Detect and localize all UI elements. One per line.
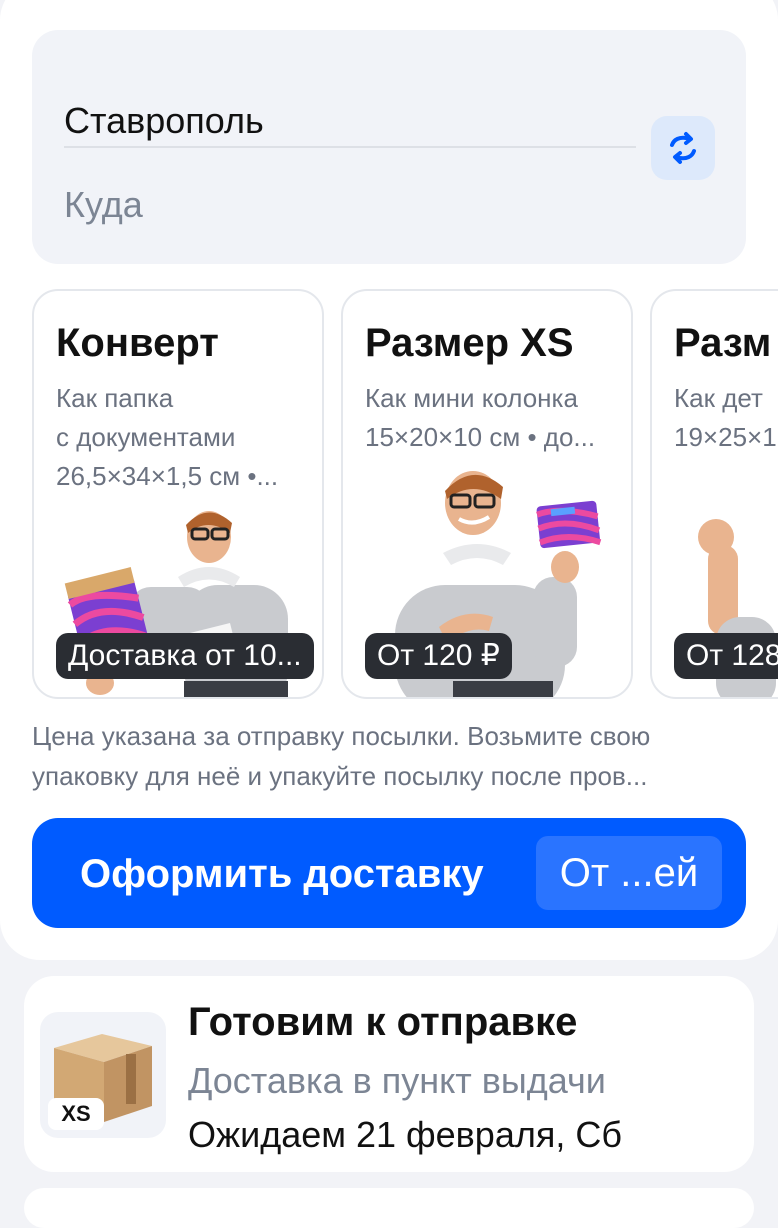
package-card-title: Конверт [56, 321, 219, 365]
price-note: Цена указана за отправку посылки. Возьми… [32, 716, 744, 796]
create-delivery-label: Оформить доставку [80, 852, 484, 896]
note-line: Цена указана за отправку посылки. Возьми… [32, 721, 651, 751]
package-card-title: Разм [674, 321, 772, 365]
shipment-expected-date: Ожидаем 21 февраля, Сб [188, 1114, 622, 1155]
shipment-status-card[interactable]: XS Готовим к отправке Доставка в пункт в… [24, 976, 754, 1172]
price-chip: От 128 [674, 633, 778, 679]
create-delivery-price: От ...ей [536, 836, 722, 910]
swap-arrows-icon [670, 132, 696, 164]
desc-line: Как папка [56, 383, 174, 413]
route-selector: Ставрополь Куда [32, 30, 746, 264]
price-chip: От 120 ₽ [365, 633, 512, 679]
desc-line: с документами [56, 422, 236, 452]
desc-line: Как мини колонка [365, 383, 578, 413]
package-card-description: Как дет 19×25×1 [674, 379, 778, 457]
divider [64, 146, 636, 148]
package-card-size-next[interactable]: Разм Как дет 19×25×1 От 128 [650, 289, 778, 699]
parcel-thumbnail: XS [40, 1012, 166, 1138]
price-chip: Доставка от 10... [56, 633, 314, 679]
swap-button[interactable] [651, 116, 715, 180]
size-badge: XS [48, 1098, 104, 1130]
package-card-envelope[interactable]: Конверт Как папка с документами 26,5×34×… [32, 289, 324, 699]
package-card-size-xs[interactable]: Размер XS Как мини колонка 15×20×10 см •… [341, 289, 633, 699]
desc-line: 15×20×10 см • до... [365, 422, 596, 452]
to-city-field[interactable]: Куда [64, 184, 143, 226]
shipment-delivery-type: Доставка в пункт выдачи [188, 1060, 606, 1101]
desc-line: Как дет [674, 383, 763, 413]
shipment-status-title: Готовим к отправке [188, 1000, 578, 1044]
next-card-peek [24, 1188, 754, 1228]
desc-line: 19×25×1 [674, 422, 777, 452]
create-delivery-button[interactable]: Оформить доставку От ...ей [32, 818, 746, 928]
note-line: упаковку для неё и упакуйте посылку посл… [32, 761, 648, 791]
package-card-description: Как мини колонка 15×20×10 см • до... [365, 379, 621, 457]
package-size-carousel[interactable]: Конверт Как папка с документами 26,5×34×… [0, 289, 778, 699]
from-city-field[interactable]: Ставрополь [64, 100, 264, 142]
package-card-title: Размер XS [365, 321, 574, 365]
